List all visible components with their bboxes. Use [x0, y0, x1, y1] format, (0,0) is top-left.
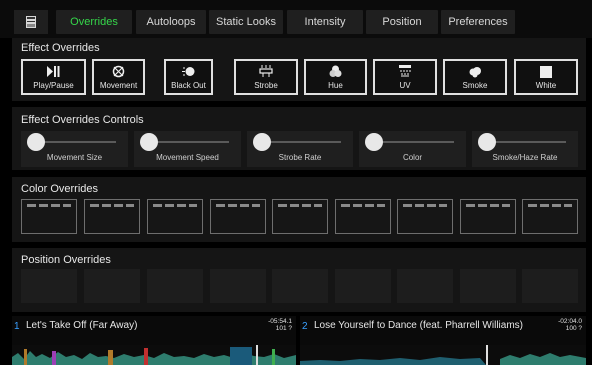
blackout-label: Black Out [171, 81, 206, 90]
movement-label: Movement [99, 81, 138, 90]
slot-dashes [466, 204, 510, 207]
hue-button[interactable]: Hue [304, 59, 367, 95]
position-slot[interactable] [335, 269, 391, 303]
strobe-rate-slider[interactable]: Strobe Rate [247, 131, 353, 167]
controller-icon [26, 16, 36, 28]
position-slot[interactable] [210, 269, 266, 303]
movement-icon [112, 65, 125, 78]
slider-track [33, 141, 116, 143]
deck-2-number: 2 [302, 321, 308, 332]
position-slot[interactable] [147, 269, 203, 303]
deck-1-time: -05:54.1 101 ? [268, 318, 292, 332]
slider-track [146, 141, 229, 143]
tab-autoloops[interactable]: Autoloops [136, 10, 206, 34]
slot-dashes [27, 204, 71, 207]
slot-dashes [90, 204, 134, 207]
movement-size-label: Movement Size [46, 153, 103, 162]
color-slot[interactable] [335, 199, 391, 234]
slot-dashes [528, 204, 572, 207]
deck-1-title: Let's Take Off (Far Away) [26, 320, 138, 331]
smoke-button[interactable]: Smoke [443, 59, 507, 95]
home-button[interactable] [14, 10, 48, 34]
smoke-haze-rate-label: Smoke/Haze Rate [492, 153, 558, 162]
smoke-icon [469, 66, 481, 77]
strobe-label: Strobe [254, 81, 278, 90]
slider-track [259, 141, 341, 143]
movement-speed-slider[interactable]: Movement Speed [134, 131, 241, 167]
color-slot[interactable] [522, 199, 578, 234]
color-slot[interactable] [397, 199, 453, 234]
slot-dashes [341, 204, 385, 207]
tab-intensity[interactable]: Intensity [287, 10, 363, 34]
deck-2[interactable]: 2 Lose Yourself to Dance (feat. Pharrell… [300, 316, 586, 365]
white-button[interactable]: White [514, 59, 578, 95]
deck-1[interactable]: 1 Let's Take Off (Far Away) -05:54.1 101 … [12, 316, 296, 365]
color-overrides-title: Color Overrides [21, 183, 99, 195]
color-slot[interactable] [272, 199, 328, 234]
white-icon [540, 65, 552, 78]
position-slot[interactable] [21, 269, 77, 303]
deck-2-title: Lose Yourself to Dance (feat. Pharrell W… [314, 320, 523, 331]
smoke-haze-rate-slider[interactable]: Smoke/Haze Rate [472, 131, 578, 167]
slider-track [371, 141, 454, 143]
position-slot[interactable] [272, 269, 328, 303]
hue-icon [329, 65, 342, 77]
slot-dashes [216, 204, 260, 207]
blackout-button[interactable]: Black Out [164, 59, 213, 95]
position-overrides-title: Position Overrides [21, 254, 111, 266]
color-slot[interactable] [84, 199, 140, 234]
color-slot[interactable] [460, 199, 516, 234]
deck-2-waveform[interactable] [300, 345, 586, 365]
hue-label: Hue [328, 81, 343, 90]
color-slot[interactable] [21, 199, 77, 234]
slot-dashes [403, 204, 447, 207]
slot-dashes [278, 204, 322, 207]
uv-button[interactable]: UV [373, 59, 437, 95]
effect-controls-title: Effect Overrides Controls [21, 114, 144, 126]
tab-static-looks[interactable]: Static Looks [209, 10, 283, 34]
strobe-icon [259, 65, 273, 77]
slider-knob[interactable] [140, 133, 158, 151]
tab-overrides[interactable]: Overrides [56, 10, 132, 34]
deck-2-time: -02:04.0 100 ? [558, 318, 582, 332]
tab-preferences[interactable]: Preferences [441, 10, 515, 34]
movement-button[interactable]: Movement [92, 59, 145, 95]
color-slot[interactable] [147, 199, 203, 234]
top-nav-bar: Overrides Autoloops Static Looks Intensi… [0, 0, 592, 38]
color-slot[interactable] [210, 199, 266, 234]
slider-knob[interactable] [365, 133, 383, 151]
color-label: Color [402, 153, 423, 162]
position-slot[interactable] [522, 269, 578, 303]
movement-size-slider[interactable]: Movement Size [21, 131, 128, 167]
slot-dashes [153, 204, 197, 207]
play-pause-label: Play/Pause [33, 81, 74, 90]
play-pause-button[interactable]: Play/Pause [21, 59, 86, 95]
uv-icon [399, 65, 411, 77]
slider-knob[interactable] [27, 133, 45, 151]
strobe-button[interactable]: Strobe [234, 59, 298, 95]
position-slot[interactable] [460, 269, 516, 303]
slider-knob[interactable] [478, 133, 496, 151]
position-slot[interactable] [397, 269, 453, 303]
white-label: White [535, 81, 557, 90]
tab-position[interactable]: Position [366, 10, 438, 34]
color-slider[interactable]: Color [359, 131, 466, 167]
movement-speed-label: Movement Speed [156, 153, 219, 162]
deck-1-number: 1 [14, 321, 20, 332]
deck-1-waveform[interactable] [12, 345, 296, 365]
position-slot[interactable] [84, 269, 140, 303]
effect-overrides-title: Effect Overrides [21, 42, 100, 54]
blackout-icon [181, 67, 194, 76]
strobe-rate-label: Strobe Rate [278, 153, 322, 162]
play-pause-icon [47, 66, 60, 77]
uv-label: UV [399, 81, 411, 90]
slider-knob[interactable] [253, 133, 271, 151]
smoke-label: Smoke [462, 81, 488, 90]
slider-track [484, 141, 566, 143]
